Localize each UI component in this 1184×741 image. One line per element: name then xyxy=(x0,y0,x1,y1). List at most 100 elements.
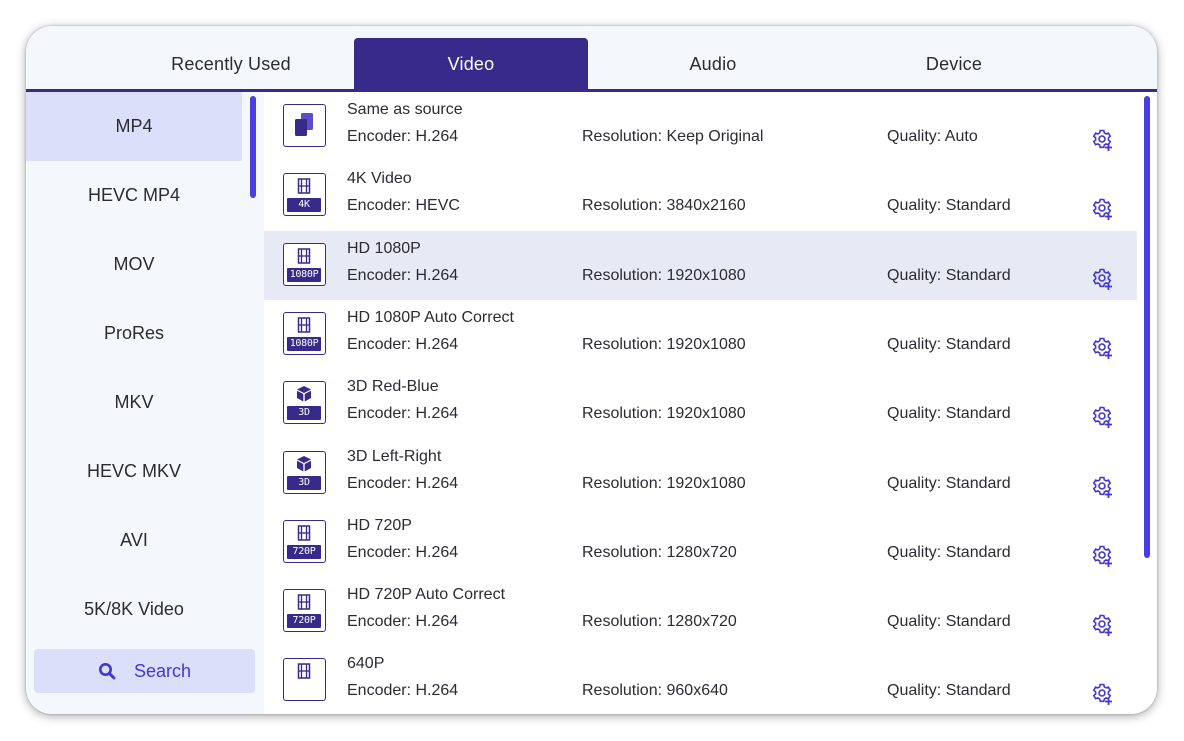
preset-quality: Quality: Standard xyxy=(887,335,1011,353)
preset-encoder: Encoder: H.264 xyxy=(347,613,459,631)
preset-list: Same as source Encoder: H.264 Resolution: … xyxy=(264,92,1157,714)
preset-row[interactable]: Same as source Encoder: H.264 Resolution: … xyxy=(264,92,1137,161)
gear-icon[interactable] xyxy=(1090,128,1114,152)
preset-resolution: Resolution: Keep Original xyxy=(582,128,764,145)
preset-quality: Quality: Standard xyxy=(887,682,1011,700)
sidebar-item-mov[interactable]: MOV xyxy=(26,230,242,299)
preset-quality: Quality: Standard xyxy=(887,266,1011,284)
gear-icon[interactable] xyxy=(1090,475,1114,499)
preset-row[interactable]: 3D 3D Red-Blue Encoder: H.264 Resolution: 1… xyxy=(264,369,1137,438)
format-badge: 3D xyxy=(287,475,321,490)
preset-title: HD 720P Auto Correct xyxy=(347,586,506,604)
preset-row[interactable]: 3D 3D Left-Right Encoder: H.264 Resolution:… xyxy=(264,439,1137,508)
copy-icon xyxy=(295,113,313,136)
gear-icon[interactable] xyxy=(1090,267,1114,291)
sidebar-item-hevc-mkv[interactable]: HEVC MKV xyxy=(26,437,242,506)
search-button[interactable]: Search xyxy=(34,649,255,693)
preset-row[interactable]: 1080P HD 1080P Encoder: H.264 Resolution: 1… xyxy=(264,230,1137,300)
sidebar-item-hevc-mp4[interactable]: HEVC MP4 xyxy=(26,161,242,230)
preset-quality: Quality: Standard xyxy=(887,474,1011,492)
preset-row[interactable]: 4K 4K Video Encoder: HEVC Resolution: 3840x… xyxy=(264,161,1137,230)
format-panel: Recently Used Video Audio Device MP4 HEV… xyxy=(26,26,1157,714)
preset-resolution: Resolution: 3840x2160 xyxy=(582,197,746,215)
preset-list-scrollbar[interactable] xyxy=(1144,96,1150,558)
preset-title: Same as source xyxy=(347,101,463,118)
format-badge: 1080P xyxy=(287,267,321,282)
format-icon xyxy=(283,104,326,147)
preset-quality: Quality: Standard xyxy=(887,543,1011,561)
preset-quality: Quality: Standard xyxy=(887,197,1011,215)
preset-resolution: Resolution: 1920x1080 xyxy=(582,405,746,423)
preset-encoder: Encoder: H.264 xyxy=(347,335,459,353)
film-icon xyxy=(297,663,311,680)
preset-quality: Quality: Standard xyxy=(887,405,1011,423)
gear-icon[interactable] xyxy=(1090,613,1114,637)
sidebar-item-5k-8k-video[interactable]: 5K/8K Video xyxy=(26,575,242,644)
preset-title: HD 720P xyxy=(347,516,412,534)
format-badge: 1080P xyxy=(287,336,321,351)
preset-encoder: Encoder: H.264 xyxy=(347,266,459,284)
format-icon: 3D xyxy=(283,450,326,494)
preset-encoder: Encoder: H.264 xyxy=(347,682,459,700)
cube-icon xyxy=(297,455,311,471)
preset-row[interactable]: 640P Encoder: H.264 Resolution: 960x640 Qua… xyxy=(264,646,1137,714)
preset-title: 3D Left-Right xyxy=(347,447,442,465)
preset-title: 4K Video xyxy=(347,170,412,188)
preset-row[interactable]: 720P HD 720P Auto Correct Encoder: H.264 Re… xyxy=(264,577,1137,646)
tab-audio[interactable]: Audio xyxy=(593,38,833,90)
gear-icon[interactable] xyxy=(1090,544,1114,568)
format-badge: 720P xyxy=(287,614,321,629)
preset-quality: Quality: Auto xyxy=(887,128,978,145)
gear-icon[interactable] xyxy=(1090,336,1114,360)
sidebar-item-mkv[interactable]: MKV xyxy=(26,368,242,437)
sidebar-item-mp4[interactable]: MP4 xyxy=(26,92,242,161)
format-icon xyxy=(283,658,326,702)
preset-resolution: Resolution: 1920x1080 xyxy=(582,474,746,492)
format-icon: 720P xyxy=(283,589,326,633)
preset-encoder: Encoder: H.264 xyxy=(347,128,459,145)
preset-encoder: Encoder: H.264 xyxy=(347,405,459,423)
film-icon xyxy=(297,317,311,333)
film-icon xyxy=(297,525,311,541)
gear-icon[interactable] xyxy=(1090,197,1114,221)
tab-video[interactable]: Video xyxy=(354,38,588,90)
format-badge: 720P xyxy=(287,544,321,559)
preset-row[interactable]: 720P HD 720P Encoder: H.264 Resolution: 128… xyxy=(264,508,1137,577)
film-icon xyxy=(297,178,311,195)
preset-encoder: Encoder: H.264 xyxy=(347,474,459,492)
gear-icon[interactable] xyxy=(1090,682,1114,706)
format-icon: 4K xyxy=(283,173,326,217)
format-badge: 4K xyxy=(287,198,321,213)
preset-resolution: Resolution: 1920x1080 xyxy=(582,266,746,284)
film-icon xyxy=(297,594,311,610)
preset-title: 640P xyxy=(347,655,385,673)
preset-quality: Quality: Standard xyxy=(887,613,1011,631)
format-icon: 3D xyxy=(283,381,326,425)
preset-resolution: Resolution: 1920x1080 xyxy=(582,335,746,353)
tab-bar: Recently Used Video Audio Device xyxy=(26,26,1157,90)
sidebar-item-prores[interactable]: ProRes xyxy=(26,299,242,368)
format-icon: 1080P xyxy=(283,242,326,286)
format-icon: 720P xyxy=(283,519,326,563)
preset-title: HD 1080P Auto Correct xyxy=(347,308,514,326)
preset-encoder: Encoder: HEVC xyxy=(347,197,460,215)
preset-title: HD 1080P xyxy=(347,239,421,257)
gear-icon[interactable] xyxy=(1090,405,1114,429)
cube-icon xyxy=(297,386,311,402)
sidebar-scrollbar[interactable] xyxy=(250,96,256,198)
preset-row[interactable]: 1080P HD 1080P Auto Correct Encoder: H.264… xyxy=(264,300,1137,369)
tab-device[interactable]: Device xyxy=(834,38,1074,90)
tab-recently-used[interactable]: Recently Used xyxy=(111,38,351,90)
search-label: Search xyxy=(133,660,192,681)
sidebar-item-avi[interactable]: AVI xyxy=(26,506,242,575)
preset-title: 3D Red-Blue xyxy=(347,378,439,396)
preset-resolution: Resolution: 960x640 xyxy=(582,682,728,700)
search-icon xyxy=(98,663,116,680)
format-icon: 1080P xyxy=(283,311,326,355)
format-sidebar: MP4 HEVC MP4 MOV ProRes MKV HEVC MKV AVI… xyxy=(26,92,264,714)
film-icon xyxy=(297,247,311,264)
preset-resolution: Resolution: 1280x720 xyxy=(582,613,737,631)
preset-resolution: Resolution: 1280x720 xyxy=(582,543,737,561)
format-badge: 3D xyxy=(287,406,321,421)
preset-encoder: Encoder: H.264 xyxy=(347,543,459,561)
